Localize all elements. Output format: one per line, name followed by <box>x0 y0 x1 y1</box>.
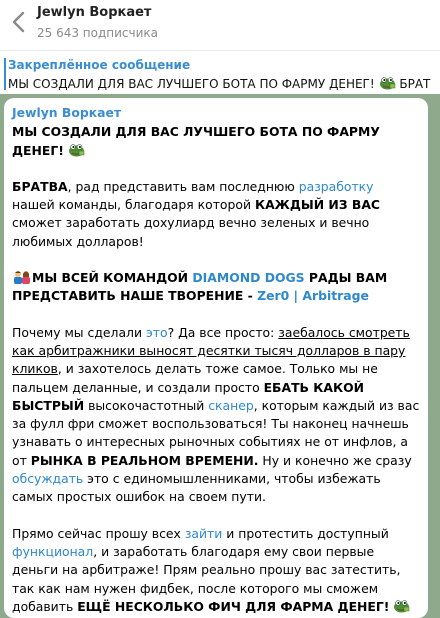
product-link[interactable]: Zer0 | Arbitrage <box>257 288 369 303</box>
link-zaiti[interactable]: зайти <box>185 526 223 541</box>
pinned-text-main: МЫ СОЗДАЛИ ДЛЯ ВАС ЛУЧШЕГО БОТА ПО ФАРМУ… <box>8 77 375 91</box>
channel-title[interactable]: Jewlyn Bоркает <box>37 5 151 20</box>
channel-header: Jewlyn Bоркает 25 643 подписчика <box>0 0 440 50</box>
paragraph-intro: БРАТВА, рад представить вам последнюю ра… <box>12 178 420 251</box>
frog-money-emoji-icon <box>379 77 395 90</box>
bold-esche: ЕЩЁ НЕСКОЛЬКО ФИЧ ДЛЯ ФАРМА ДЕНЕГ! <box>77 598 390 614</box>
text: высокочастотный <box>84 397 209 413</box>
bold-bratva: БРАТВА <box>12 178 68 194</box>
link-funkcional[interactable]: функционал <box>12 544 93 559</box>
text: Почему мы сделали <box>12 324 146 340</box>
link-skaner[interactable]: сканер <box>208 398 253 413</box>
text: и протестить доступный <box>222 525 389 541</box>
bold-rynka: РЫНКА В РЕАЛЬНОМ ВРЕМЕНИ. <box>30 452 259 468</box>
frog-money-emoji-icon <box>68 143 85 157</box>
link-eto[interactable]: это <box>146 325 168 340</box>
pinned-message-bar[interactable]: Закреплённое сообщение МЫ СОЗДАЛИ ДЛЯ ВА… <box>0 50 440 94</box>
link-obsuzhdat[interactable]: обсуждать <box>12 471 83 486</box>
back-button[interactable] <box>6 9 32 35</box>
subscriber-count: 25 643 подписчика <box>37 26 159 40</box>
people-couple-emoji-icon <box>14 271 30 285</box>
pinned-text: МЫ СОЗДАЛИ ДЛЯ ВАС ЛУЧШЕГО БОТА ПО ФАРМУ… <box>8 76 438 91</box>
bold-kazhdy: КАЖДЫЙ ИЗ ВАС <box>254 197 381 213</box>
text: ? Да все просто: <box>167 324 279 340</box>
pinned-text-after: БРАТ <box>399 77 431 91</box>
channel-post: Jewlyn Воркает МЫ СОЗДАЛИ ДЛЯ ВАС ЛУЧШЕГ… <box>4 98 428 618</box>
paragraph-team: МЫ ВСЕЙ КОМАНДОЙ DIAMOND DOGS РАДЫ ВАМ П… <box>12 269 420 306</box>
pinned-label: Закреплённое сообщение <box>8 58 191 72</box>
pinned-accent-bar <box>4 58 6 90</box>
text: нашей команды, благодаря которой <box>12 197 255 213</box>
text: Прямо сейчас прошу всех <box>12 525 185 541</box>
text: , рад представить вам последнюю <box>67 178 299 194</box>
paragraph-why: Почему мы сделали это? Да все просто: за… <box>12 324 420 507</box>
post-body: МЫ СОЗДАЛИ ДЛЯ ВАС ЛУЧШЕГО БОТА ПО ФАРМУ… <box>12 123 420 616</box>
link-razrabotka[interactable]: разработку <box>299 179 374 194</box>
back-arrow-icon <box>12 11 25 33</box>
post-title-line: МЫ СОЗДАЛИ ДЛЯ ВАС ЛУЧШЕГО БОТА ПО ФАРМУ… <box>12 123 420 160</box>
text: МЫ ВСЕЙ КОМАНДОЙ <box>32 270 193 286</box>
text: сможет заработать дохулиард вечно зелены… <box>12 215 370 249</box>
team-name: DIAMOND DOGS <box>192 270 305 286</box>
paragraph-call-to-action: Прямо сейчас прошу всех зайти и протести… <box>12 525 420 616</box>
frog-money-emoji-icon <box>394 600 410 613</box>
post-sender[interactable]: Jewlyn Воркает <box>12 104 420 122</box>
text: Ну и конечно же сразу <box>258 452 412 468</box>
